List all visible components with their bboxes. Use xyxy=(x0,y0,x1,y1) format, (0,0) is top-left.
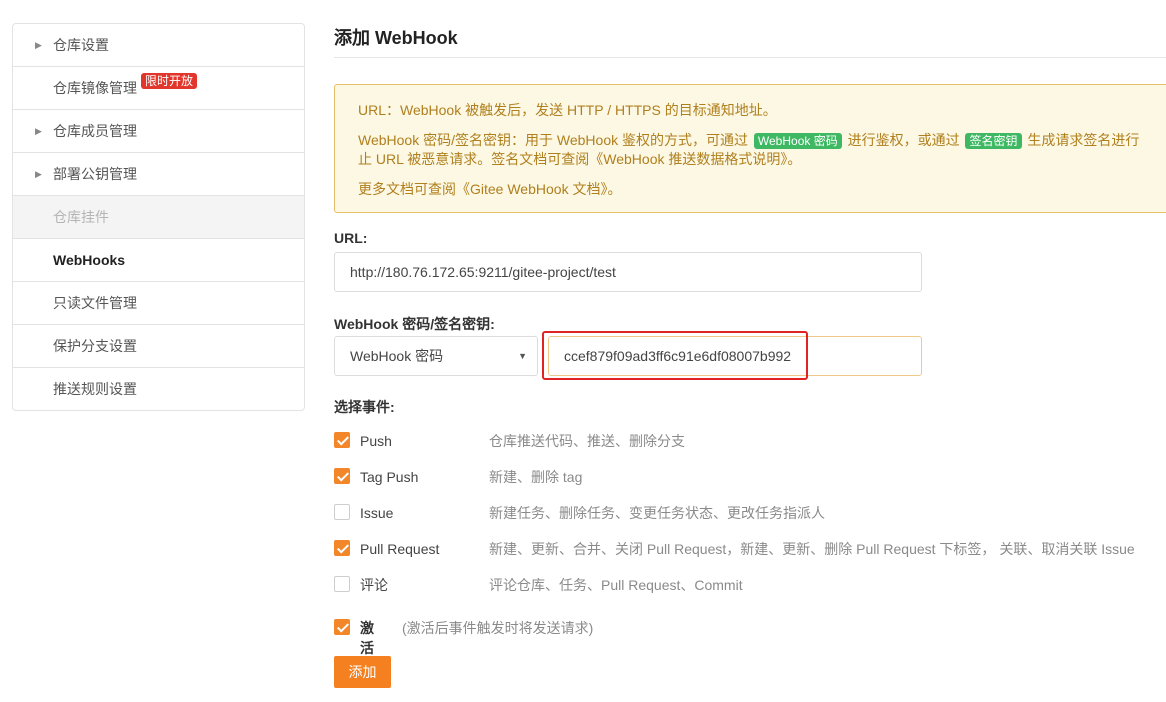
sidebar-item-repo-settings[interactable]: ▶ 仓库设置 xyxy=(13,24,304,67)
event-desc: 仓库推送代码、推送、删除分支 xyxy=(489,433,685,449)
sidebar-item-push-rules[interactable]: 推送规则设置 xyxy=(13,368,304,410)
event-desc: 新建、更新、合并、关闭 Pull Request，新建、更新、删除 Pull R… xyxy=(489,541,1135,557)
activate-checkbox[interactable] xyxy=(334,619,350,635)
sidebar-item-members[interactable]: ▶ 仓库成员管理 xyxy=(13,110,304,153)
events-label: 选择事件: xyxy=(334,399,395,415)
signature-key-tag: 签名密钥 xyxy=(965,133,1022,149)
notice-text: 进行鉴权，或通过 xyxy=(847,132,960,148)
caret-right-icon: ▶ xyxy=(35,169,42,179)
sidebar-item-label: 部署公钥管理 xyxy=(53,166,137,182)
limited-badge: 限时开放 xyxy=(141,73,198,89)
url-label: URL: xyxy=(334,230,368,246)
sidebar-item-deploy-keys[interactable]: ▶ 部署公钥管理 xyxy=(13,153,304,196)
event-pull-request: Pull Request 新建、更新、合并、关闭 Pull Request，新建… xyxy=(334,539,1166,559)
event-push: Push 仓库推送代码、推送、删除分支 xyxy=(334,431,1166,451)
activate-desc: (激活后事件触发时将发送请求) xyxy=(402,620,594,636)
divider xyxy=(334,57,1166,58)
event-name[interactable]: Pull Request xyxy=(360,539,439,559)
notice-url-line: URL：WebHook 被触发后，发送 HTTP / HTTPS 的目标通知地址… xyxy=(358,102,777,118)
highlight-box xyxy=(542,331,808,380)
url-input[interactable]: http://180.76.172.65:9211/gitee-project/… xyxy=(334,252,922,292)
event-desc: 新建、删除 tag xyxy=(489,469,583,485)
activate-label[interactable]: 激活 xyxy=(360,618,374,658)
event-tag-push: Tag Push 新建、删除 tag xyxy=(334,467,1166,487)
event-name[interactable]: Tag Push xyxy=(360,467,418,487)
select-value: WebHook 密码 xyxy=(350,348,444,364)
event-comment: 评论 评论仓库、任务、Pull Request、Commit xyxy=(334,575,1166,595)
sidebar-item-readonly-files[interactable]: 只读文件管理 xyxy=(13,282,304,325)
event-name[interactable]: 评论 xyxy=(360,575,388,595)
settings-sidebar: ▶ 仓库设置 仓库镜像管理 限时开放 ▶ 仓库成员管理 ▶ 部署公钥管理 仓库挂… xyxy=(12,23,305,411)
push-checkbox[interactable] xyxy=(334,432,350,448)
caret-right-icon: ▶ xyxy=(35,40,42,50)
event-desc: 评论仓库、任务、Pull Request、Commit xyxy=(489,577,743,593)
tag-push-checkbox[interactable] xyxy=(334,468,350,484)
sidebar-item-label: 仓库设置 xyxy=(53,37,109,53)
notice-more-docs-line[interactable]: 更多文档可查阅《Gitee WebHook 文档》。 xyxy=(358,179,621,199)
notice-secret-line: WebHook 密码/签名密钥：用于 WebHook 鉴权的方式，可通过 Web… xyxy=(358,130,1139,150)
sidebar-item-label: WebHooks xyxy=(53,252,126,268)
sidebar-item-label: 推送规则设置 xyxy=(53,381,137,397)
notice-text: WebHook 密码/签名密钥：用于 WebHook 鉴权的方式，可通过 xyxy=(358,132,748,148)
sidebar-item-label: 仓库成员管理 xyxy=(53,123,137,139)
sidebar-item-mirror[interactable]: 仓库镜像管理 限时开放 xyxy=(13,67,304,110)
pull-request-checkbox[interactable] xyxy=(334,540,350,556)
sidebar-item-webhooks[interactable]: WebHooks xyxy=(13,239,304,282)
secret-label: WebHook 密码/签名密钥: xyxy=(334,316,495,332)
info-notice: URL：WebHook 被触发后，发送 HTTP / HTTPS 的目标通知地址… xyxy=(334,84,1166,213)
sidebar-item-label: 保护分支设置 xyxy=(53,338,137,354)
page-title: 添加 WebHook xyxy=(334,28,458,48)
sidebar-item-label: 仓库镜像管理 xyxy=(53,80,137,96)
sidebar-item-widgets: 仓库挂件 xyxy=(13,196,304,239)
caret-down-icon: ▼ xyxy=(518,351,527,361)
issue-checkbox[interactable] xyxy=(334,504,350,520)
event-name[interactable]: Push xyxy=(360,431,392,451)
notice-text: 生成请求签名进行 xyxy=(1027,132,1140,148)
webhook-password-tag: WebHook 密码 xyxy=(753,133,842,149)
sidebar-item-label: 只读文件管理 xyxy=(53,295,137,311)
comment-checkbox[interactable] xyxy=(334,576,350,592)
secret-type-select[interactable]: WebHook 密码 ▼ xyxy=(334,336,538,376)
event-issue: Issue 新建任务、删除任务、变更任务状态、更改任务指派人 xyxy=(334,503,1166,523)
notice-doc-line[interactable]: 止 URL 被恶意请求。签名文档可查阅《WebHook 推送数据格式说明》。 xyxy=(358,149,801,169)
caret-right-icon: ▶ xyxy=(35,126,42,136)
sidebar-item-protected-branches[interactable]: 保护分支设置 xyxy=(13,325,304,368)
sidebar-item-label: 仓库挂件 xyxy=(53,209,109,225)
event-name[interactable]: Issue xyxy=(360,503,393,523)
event-desc: 新建任务、删除任务、变更任务状态、更改任务指派人 xyxy=(489,505,825,521)
add-button[interactable]: 添加 xyxy=(334,656,391,688)
